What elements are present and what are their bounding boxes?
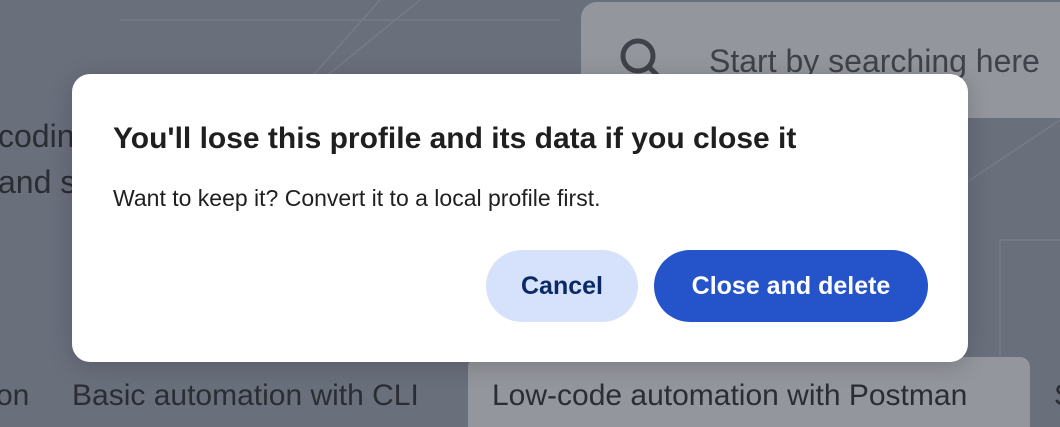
close-and-delete-button[interactable]: Close and delete xyxy=(654,250,928,322)
dialog-message: Want to keep it? Convert it to a local p… xyxy=(113,185,601,211)
tab-basic-automation-cli[interactable]: Basic automation with CLI xyxy=(72,376,419,416)
cancel-button[interactable]: Cancel xyxy=(486,250,638,322)
tab-previous[interactable]: on xyxy=(0,376,29,416)
tab-low-code-automation-postman[interactable]: Low-code automation with Postman xyxy=(468,357,1030,427)
tab-next[interactable]: S xyxy=(1054,376,1060,416)
delete-profile-dialog: You'll lose this profile and its data if… xyxy=(72,74,968,362)
dialog-title: You'll lose this profile and its data if… xyxy=(113,122,797,155)
